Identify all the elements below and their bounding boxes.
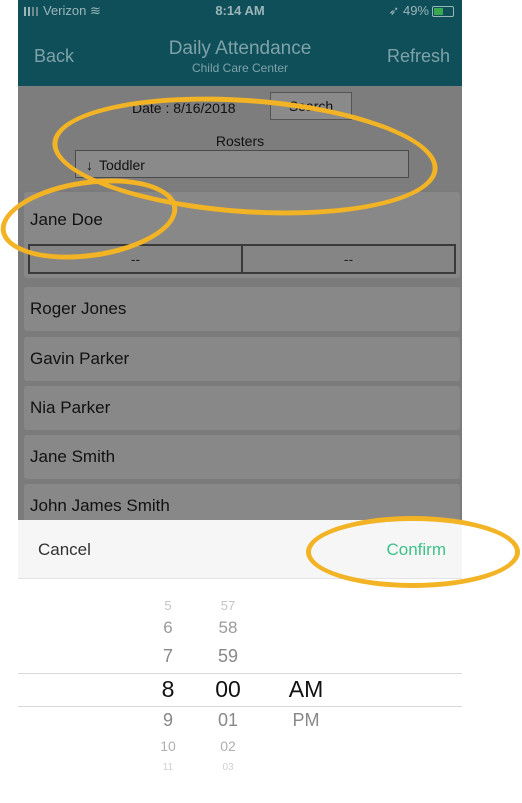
ampm-option[interactable]: PM: [276, 710, 336, 731]
minute-option[interactable]: 03: [198, 762, 258, 773]
time-out-field[interactable]: --: [241, 246, 454, 272]
battery-level: [434, 8, 443, 16]
minute-option[interactable]: 57: [198, 598, 258, 613]
attendee-row[interactable]: Roger Jones: [24, 287, 460, 331]
hour-option[interactable]: 11: [138, 762, 198, 773]
hour-option[interactable]: 10: [138, 738, 198, 754]
time-picker[interactable]: 5 6 7 8 9 10 11 57 58 59 00 01 02 03 AM …: [18, 578, 462, 803]
attendee-name: Gavin Parker: [30, 349, 130, 368]
minute-option[interactable]: 02: [198, 738, 258, 754]
selection-divider: [18, 706, 462, 707]
hour-option[interactable]: 7: [138, 646, 198, 667]
highlight-confirm-annotation: [306, 516, 520, 588]
hour-option[interactable]: 9: [138, 710, 198, 731]
status-bar: Verizon ≋ 8:14 AM ➶ 49%: [18, 0, 462, 22]
attendee-row[interactable]: Gavin Parker: [24, 337, 460, 381]
hour-option[interactable]: 6: [138, 618, 198, 638]
minute-option[interactable]: 01: [198, 710, 258, 731]
attendee-row[interactable]: Jane Smith: [24, 435, 460, 479]
minute-option[interactable]: 59: [198, 646, 258, 667]
selection-divider: [18, 673, 462, 674]
refresh-button[interactable]: Refresh: [387, 46, 450, 67]
nav-bar: Verizon ≋ 8:14 AM ➶ 49% Back Daily Atten…: [18, 0, 462, 86]
battery-icon: [432, 6, 454, 18]
attendee-row[interactable]: Nia Parker: [24, 386, 460, 430]
attendee-name: Roger Jones: [30, 299, 127, 318]
minute-option-selected[interactable]: 00: [198, 676, 258, 703]
hour-option[interactable]: 5: [138, 598, 198, 613]
location-arrow-icon: ➶: [388, 3, 400, 18]
attendee-name: Jane Smith: [30, 447, 116, 466]
battery-percent: 49%: [402, 3, 429, 18]
cancel-button[interactable]: Cancel: [38, 540, 91, 560]
hour-option-selected[interactable]: 8: [138, 676, 198, 703]
minute-option[interactable]: 58: [198, 618, 258, 638]
attendee-name: Nia Parker: [30, 398, 111, 417]
ampm-option-selected[interactable]: AM: [276, 676, 336, 703]
